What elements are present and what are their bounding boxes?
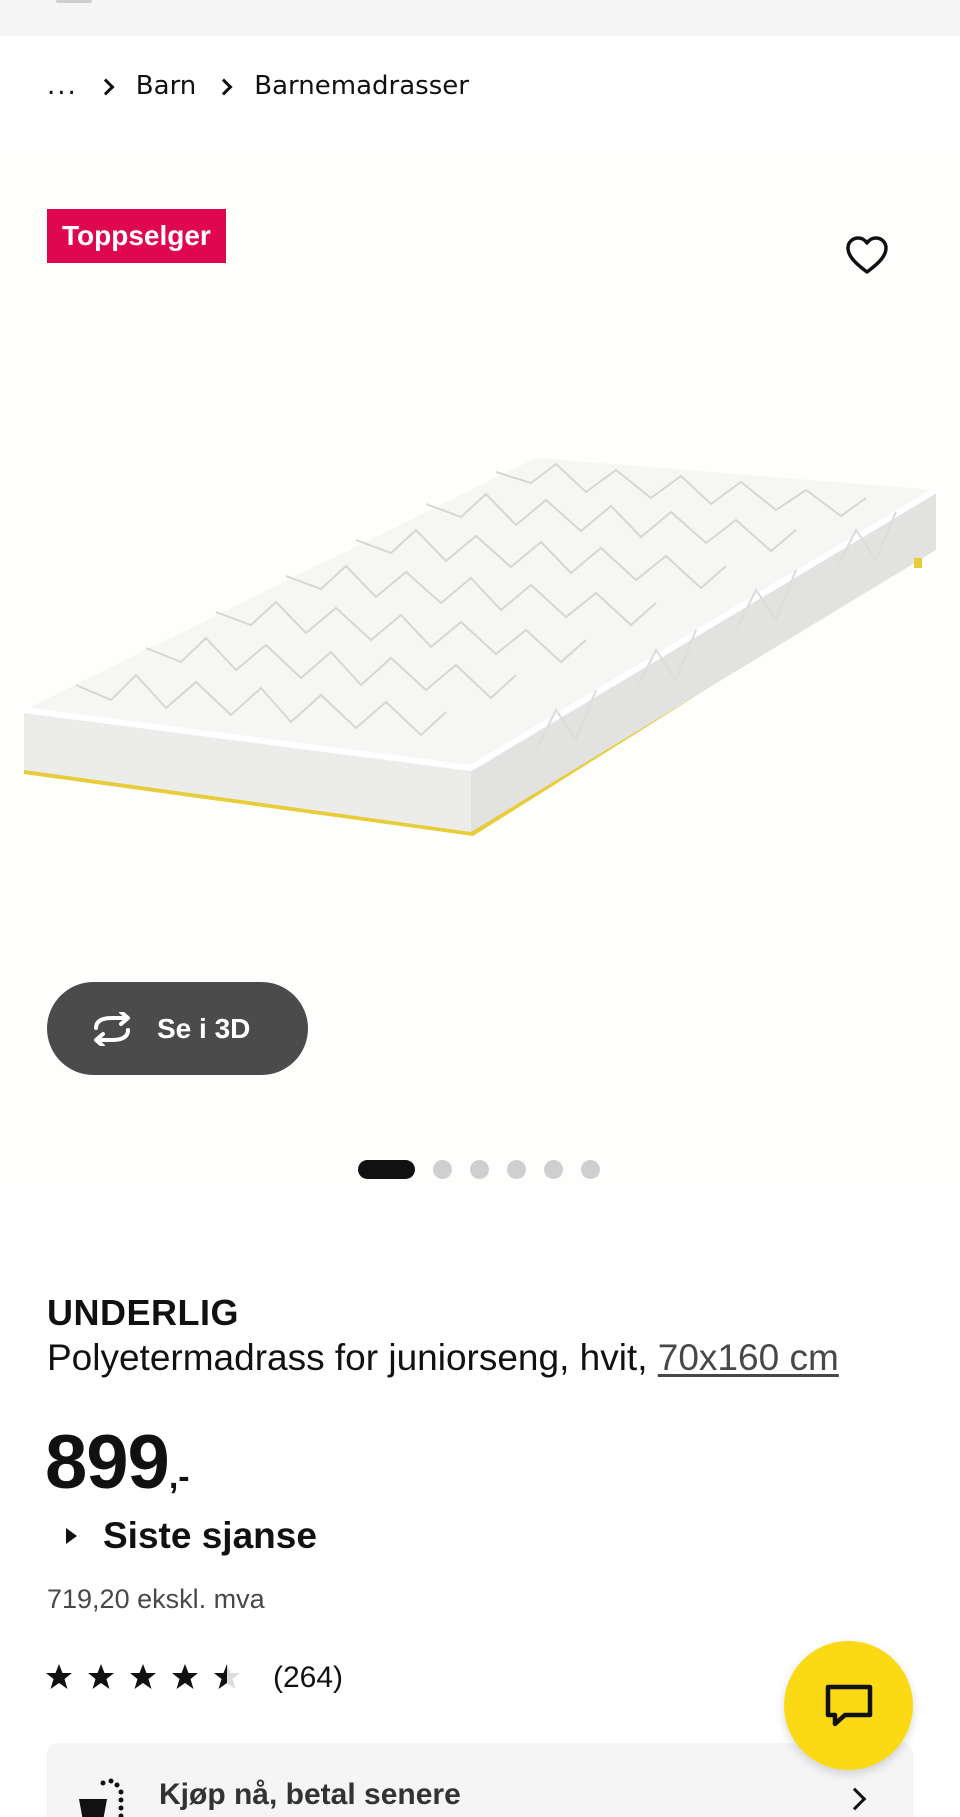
last-chance-toggle[interactable]: Siste sjanse [66,1512,317,1560]
product-description-text: Polyetermadrass for juniorseng, hvit, [47,1337,648,1378]
gallery-dot[interactable] [358,1159,415,1179]
last-chance-label: Siste sjanse [103,1515,317,1556]
star-icon [46,1664,72,1689]
cart-dotted-icon [79,1778,124,1817]
star-icon [172,1664,198,1689]
rating-stars [45,1662,255,1694]
chevron-right-icon [215,78,233,96]
favourite-button[interactable] [842,230,892,280]
gallery-dot[interactable] [433,1159,452,1179]
product-brand: UNDERLIG [47,1292,239,1333]
price: 899,- [45,1418,190,1522]
chat-icon [825,1684,872,1726]
gallery-dot[interactable] [544,1159,563,1179]
gallery-dot[interactable] [507,1159,526,1179]
view-3d-label: Se i 3D [157,1012,251,1044]
star-icon [88,1664,114,1689]
breadcrumb: ... Barn Barnemadrasser [47,68,469,104]
gallery-pagination [358,1158,618,1180]
chevron-right-icon [843,1787,867,1811]
caret-right-icon [66,1528,77,1544]
mattress-image [23,458,938,836]
top-bar-handle [56,0,92,3]
star-icon [130,1664,156,1689]
breadcrumb-barn[interactable]: Barn [136,71,196,101]
heart-icon [846,236,888,274]
size-link[interactable]: 70x160 cm [658,1337,839,1378]
top-bar [0,0,960,36]
price-ex-vat: 719,20 ekskl. mva [47,1584,265,1614]
toppselger-badge: Toppselger [47,209,226,263]
bnpl-label: Kjøp nå, betal senere [159,1778,461,1811]
breadcrumb-ellipsis[interactable]: ... [47,71,78,101]
breadcrumb-barnemadrasser[interactable]: Barnemadrasser [254,71,469,101]
product-description: Polyetermadrass for juniorseng, hvit, 70… [47,1337,839,1379]
chat-button[interactable] [784,1641,913,1770]
gallery-dot[interactable] [470,1159,489,1179]
price-suffix: ,- [168,1458,190,1496]
review-count: (264) [273,1661,344,1694]
rating[interactable]: (264) [45,1658,343,1698]
chevron-right-icon [97,78,115,96]
buy-now-pay-later[interactable]: Kjøp nå, betal senere [47,1743,913,1817]
rotate-3d-icon [87,1009,137,1049]
star-half-icon [214,1664,240,1689]
view-3d-button[interactable]: Se i 3D [47,982,308,1075]
price-value: 899 [45,1420,170,1505]
gallery-dot[interactable] [581,1159,600,1179]
